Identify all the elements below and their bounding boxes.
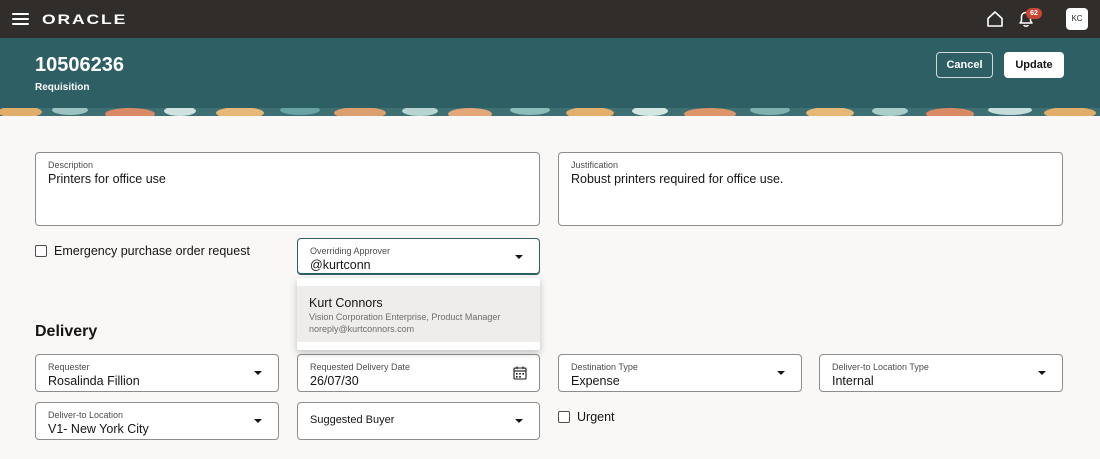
requested-delivery-date-label: Requested Delivery Date — [310, 362, 411, 372]
urgent-checkbox[interactable] — [558, 411, 570, 423]
emergency-po-checkbox-row[interactable]: Emergency purchase order request — [35, 244, 250, 258]
deliver-to-location-value: V1- New York City — [48, 422, 149, 436]
justification-label: Justification — [571, 160, 619, 170]
update-button[interactable]: Update — [1004, 52, 1064, 78]
deliver-to-location-type-value: Internal — [832, 374, 874, 388]
chevron-down-icon[interactable] — [777, 371, 785, 375]
description-label: Description — [48, 160, 94, 170]
delivery-section-title: Delivery — [35, 323, 98, 340]
home-icon[interactable] — [986, 10, 1004, 28]
approver-suggestion-item[interactable]: Kurt Connors Vision Corporation Enterpri… — [297, 286, 540, 342]
justification-field[interactable]: Justification Robust printers required f… — [558, 152, 1063, 226]
description-value: Printers for office use — [48, 172, 166, 186]
suggested-buyer-label: Suggested Buyer — [310, 414, 395, 426]
deliver-to-location-type-select[interactable]: Deliver-to Location Type Internal — [819, 354, 1063, 392]
page-subtitle: Requisition — [35, 82, 90, 93]
requester-value: Rosalinda Fillion — [48, 374, 140, 388]
suggestion-detail: Vision Corporation Enterprise, Product M… — [309, 312, 501, 322]
chevron-down-icon[interactable] — [515, 419, 523, 423]
cancel-button[interactable]: Cancel — [936, 52, 993, 78]
deliver-to-location-label: Deliver-to Location — [48, 410, 124, 420]
global-header: ORACLE 62 KC — [0, 0, 1100, 38]
emergency-po-checkbox[interactable] — [35, 245, 47, 257]
header-pattern — [0, 108, 1100, 116]
destination-type-select[interactable]: Destination Type Expense — [558, 354, 802, 392]
hamburger-menu-icon[interactable] — [12, 12, 30, 26]
description-field[interactable]: Description Printers for office use — [35, 152, 540, 226]
requester-select[interactable]: Requester Rosalinda Fillion — [35, 354, 279, 392]
emergency-po-label: Emergency purchase order request — [54, 244, 250, 258]
suggestion-email: noreply@kurtconnors.com — [309, 324, 415, 334]
chevron-down-icon[interactable] — [1038, 371, 1046, 375]
chevron-down-icon[interactable] — [254, 419, 262, 423]
notification-badge: 62 — [1026, 8, 1042, 19]
page-title: 10506236 — [35, 54, 124, 76]
user-avatar[interactable]: KC — [1066, 8, 1088, 30]
deliver-to-location-select[interactable]: Deliver-to Location V1- New York City — [35, 402, 279, 440]
calendar-icon[interactable] — [513, 366, 527, 380]
oracle-logo[interactable]: ORACLE — [42, 11, 127, 27]
chevron-down-icon[interactable] — [254, 371, 262, 375]
suggested-buyer-select[interactable]: Suggested Buyer — [297, 402, 540, 440]
suggestion-name: Kurt Connors — [309, 296, 383, 310]
overriding-approver-input[interactable]: Overriding Approver @kurtconn — [297, 238, 540, 275]
chevron-down-icon[interactable] — [515, 255, 523, 259]
overriding-approver-value: @kurtconn — [310, 258, 371, 272]
urgent-label: Urgent — [577, 410, 615, 424]
deliver-to-location-type-label: Deliver-to Location Type — [832, 362, 929, 372]
destination-type-value: Expense — [571, 374, 620, 388]
approver-suggestion-dropdown: Kurt Connors Vision Corporation Enterpri… — [297, 278, 540, 350]
page-header: 10506236 Requisition Cancel Update — [0, 38, 1100, 108]
requested-delivery-date-value: 26/07/30 — [310, 374, 359, 388]
requested-delivery-date-input[interactable]: Requested Delivery Date 26/07/30 — [297, 354, 540, 392]
overriding-approver-label: Overriding Approver — [310, 246, 391, 256]
destination-type-label: Destination Type — [571, 362, 638, 372]
urgent-checkbox-row[interactable]: Urgent — [558, 410, 615, 424]
requester-label: Requester — [48, 362, 90, 372]
justification-value: Robust printers required for office use. — [571, 172, 784, 186]
